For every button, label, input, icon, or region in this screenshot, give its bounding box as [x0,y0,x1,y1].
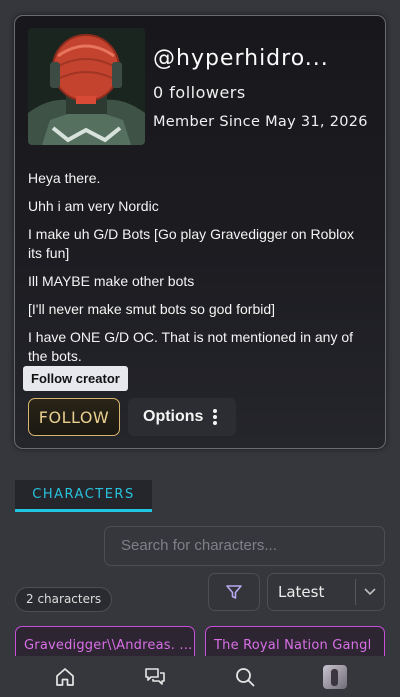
creator-profile-card: @hyperhidro... 0 followers Member Since … [14,15,386,449]
tab-characters[interactable]: CHARACTERS [15,480,152,512]
bio-line: Ill MAYBE make other bots [28,273,195,289]
nav-home[interactable] [43,659,87,695]
follow-button[interactable]: FOLLOW [28,398,120,436]
filter-icon [226,585,242,599]
more-vertical-icon [213,409,217,425]
bio-line: Uhh i am very Nordic [28,198,159,214]
bio-line: I have ONE G/D OC. That is not mentioned… [28,329,354,364]
chevron-down-icon [356,588,384,596]
follow-creator-tooltip: Follow creator [23,366,128,391]
nav-chats[interactable] [133,659,177,695]
follower-count: 0 followers [153,83,246,102]
options-button[interactable]: Options [128,398,236,436]
search-input[interactable] [121,537,384,554]
filter-button[interactable] [208,573,260,611]
character-count-badge: 2 characters [15,587,113,612]
bio-line: [I'll never make smut bots so god forbid… [28,301,276,317]
creator-bio: Heya there. Uhh i am very Nordic I make … [28,169,366,375]
search-icon [236,667,255,686]
options-label: Options [143,408,204,425]
sort-selected-value: Latest [278,583,325,601]
sort-select[interactable]: Latest [267,573,385,611]
nav-profile[interactable] [313,659,357,695]
home-icon [56,667,74,686]
profile-avatar [323,664,347,689]
member-since: Member Since May 31, 2026 [153,114,368,130]
search-field[interactable] [104,526,385,566]
bio-line: Heya there. [28,170,101,186]
creator-username: @hyperhidro... [153,46,329,71]
nav-search[interactable] [223,659,267,695]
creator-avatar [28,28,145,145]
bio-line: I make uh G/D Bots [Go play Gravedigger … [28,226,355,261]
chat-icon [145,667,165,685]
bottom-navigation [0,656,400,697]
